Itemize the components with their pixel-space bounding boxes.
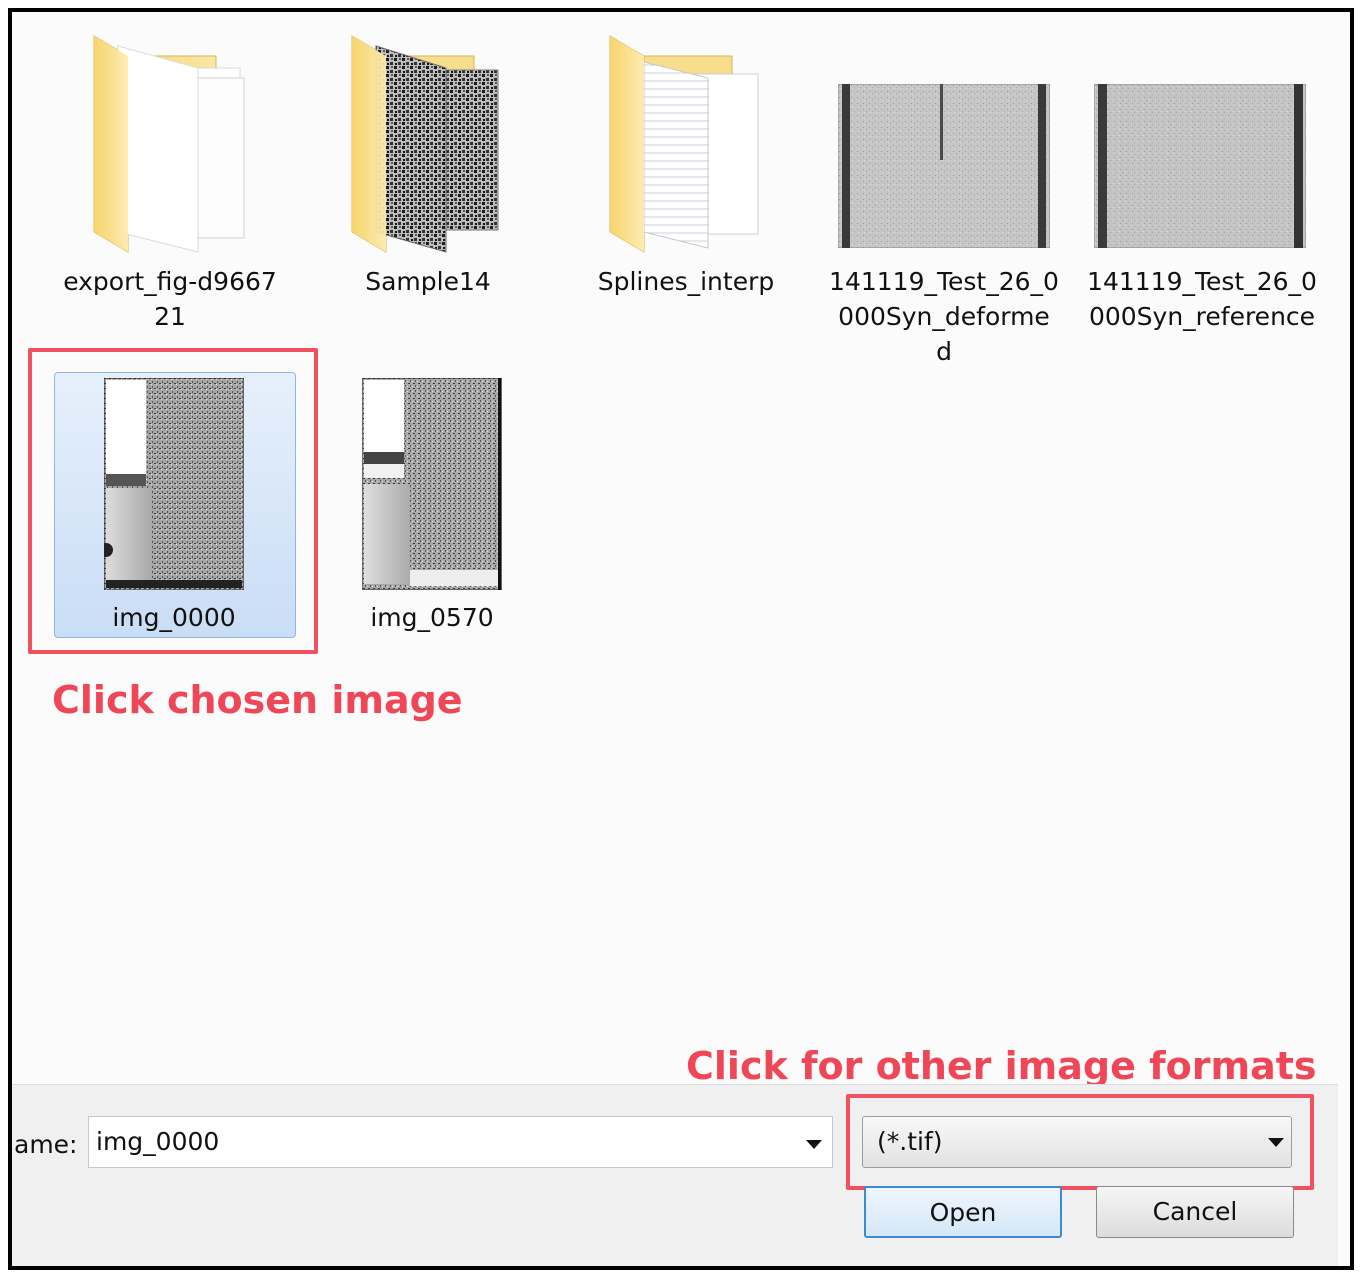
annotation-box-chosen — [28, 348, 318, 654]
file-name: Splines_interp — [597, 267, 775, 296]
image-thumbnail-icon — [838, 84, 1050, 248]
file-open-dialog: export_fig-d9667 21 Sample14 Splines_int… — [8, 8, 1354, 1270]
file-name: 141119_Test_26_0 000Syn_reference — [1087, 267, 1317, 331]
file-item-img-0570[interactable]: img_0570 — [312, 372, 552, 636]
file-item-sample14[interactable]: Sample14 — [308, 12, 548, 342]
file-name: Sample14 — [365, 267, 491, 296]
annotation-box-formats — [846, 1094, 1314, 1190]
file-name: 141119_Test_26_0 000Syn_deforme d — [829, 267, 1059, 366]
image-thumbnail-icon — [362, 378, 502, 590]
file-list-pane: export_fig-d9667 21 Sample14 Splines_int… — [12, 12, 1338, 1088]
annotation-formats-text: Click for other image formats — [686, 1044, 1317, 1088]
folder-pages-icon — [609, 35, 759, 253]
filename-input[interactable]: img_0000 — [88, 1116, 833, 1168]
file-item-deformed[interactable]: 141119_Test_26_0 000Syn_deforme d — [824, 12, 1064, 366]
annotation-chosen-text: Click chosen image — [52, 678, 463, 722]
folder-docs-icon — [93, 35, 245, 253]
filename-label: ame: — [14, 1130, 78, 1159]
file-item-splines-interp[interactable]: Splines_interp — [566, 12, 806, 342]
folder-speckle-icon — [351, 35, 499, 253]
open-button[interactable]: Open — [864, 1186, 1062, 1238]
cancel-button[interactable]: Cancel — [1096, 1186, 1294, 1238]
chevron-down-icon[interactable] — [806, 1140, 822, 1149]
file-item-reference[interactable]: 141119_Test_26_0 000Syn_reference — [1082, 12, 1322, 342]
image-thumbnail-icon — [1094, 84, 1306, 248]
file-name: export_fig-d9667 21 — [63, 267, 277, 331]
file-item-export-fig[interactable]: export_fig-d9667 21 — [50, 12, 290, 342]
file-name: img_0570 — [370, 603, 494, 632]
